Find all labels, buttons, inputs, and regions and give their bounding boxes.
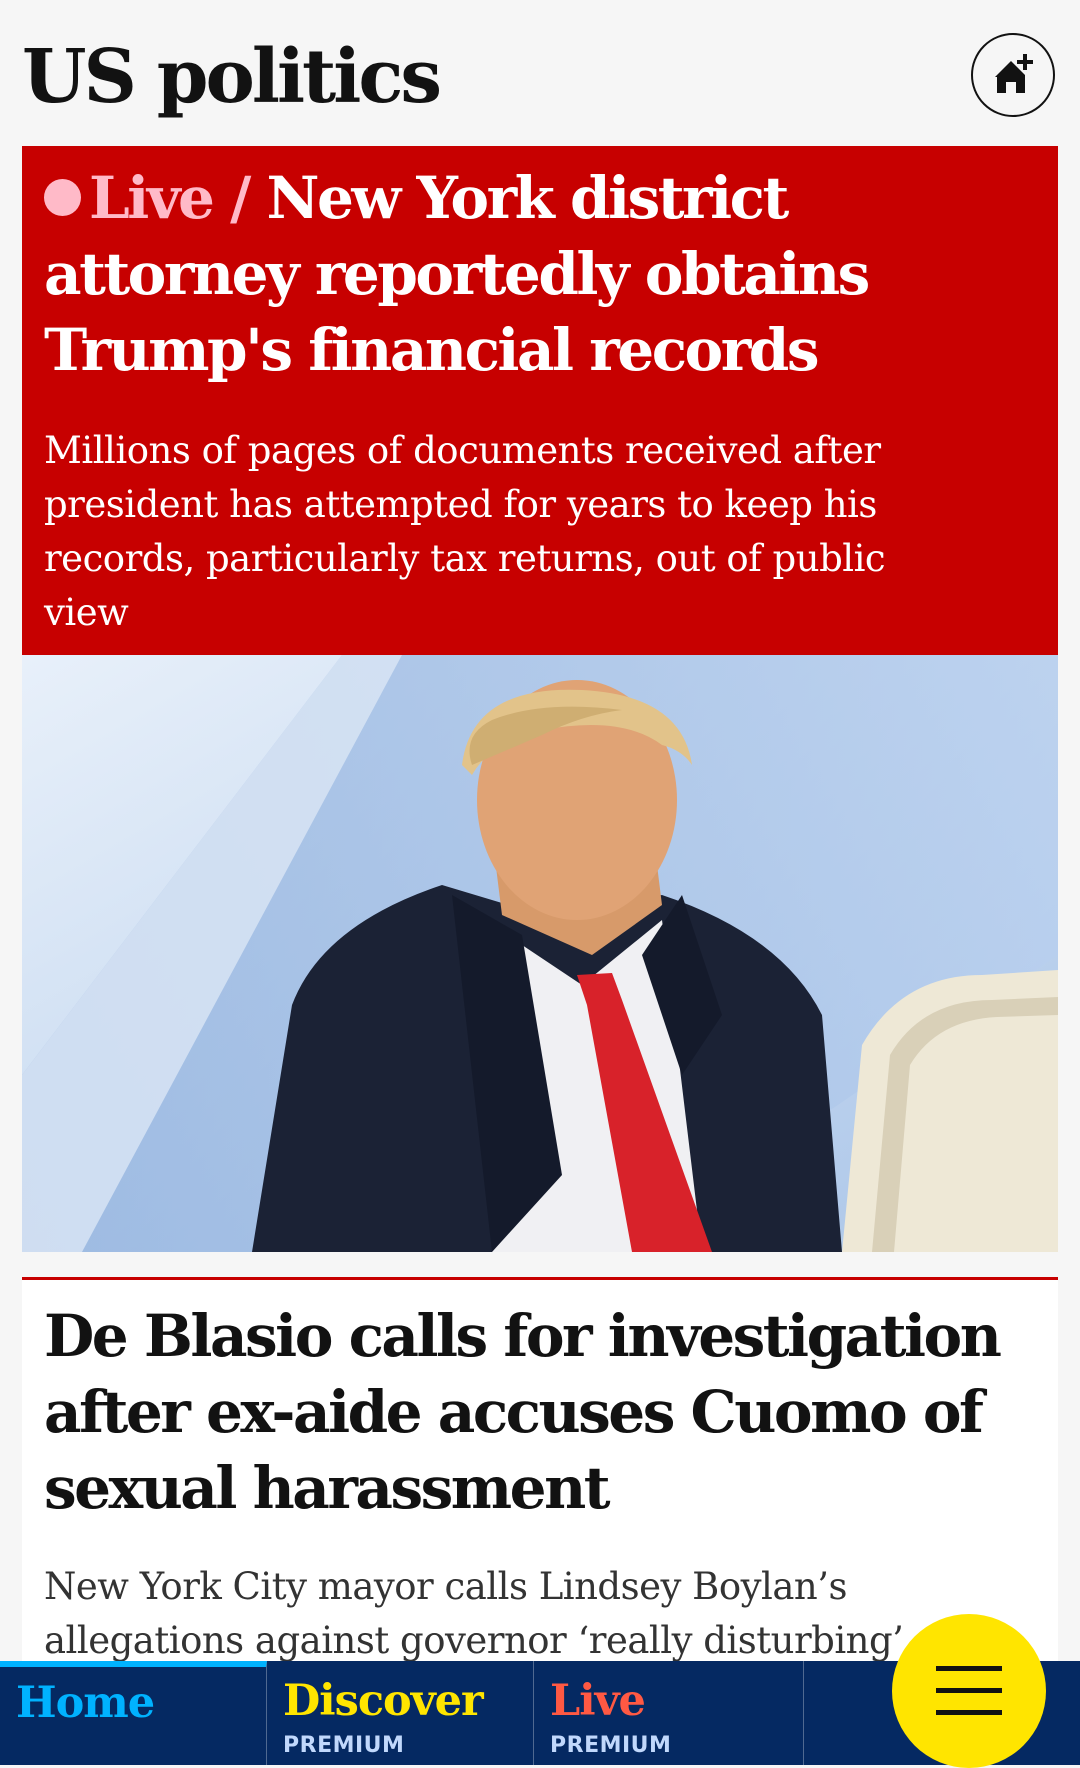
photo-image bbox=[22, 655, 1058, 1252]
page-header: US politics bbox=[0, 0, 1080, 146]
nav-live-sub: PREMIUM bbox=[550, 1733, 672, 1758]
home-plus-icon bbox=[995, 54, 1033, 93]
article-photo[interactable] bbox=[22, 655, 1058, 1252]
nav-discover-label: Discover bbox=[283, 1676, 484, 1726]
add-to-home-button[interactable] bbox=[971, 33, 1055, 117]
nav-live-label: Live bbox=[550, 1676, 646, 1726]
nav-discover-sub: PREMIUM bbox=[283, 1733, 405, 1758]
nav-discover[interactable]: Discover PREMIUM bbox=[267, 1661, 534, 1765]
menu-button[interactable] bbox=[892, 1614, 1046, 1768]
hamburger-menu-icon bbox=[936, 1666, 1002, 1715]
live-standfirst: Millions of pages of documents received … bbox=[44, 429, 886, 634]
live-indicator-dot bbox=[44, 178, 81, 216]
live-kicker: Live / bbox=[89, 164, 251, 232]
live-article-card[interactable]: Live / New York district attorney report… bbox=[22, 146, 1058, 655]
article-card[interactable]: De Blasio calls for investigation after … bbox=[22, 1277, 1058, 1697]
live-headline: Live / New York district attorney report… bbox=[44, 160, 1036, 388]
nav-home-label: Home bbox=[16, 1678, 155, 1728]
nav-home[interactable]: Home bbox=[0, 1661, 267, 1765]
page-title: US politics bbox=[22, 34, 442, 120]
article-headline: De Blasio calls for investigation after … bbox=[44, 1302, 1002, 1522]
article-standfirst: New York City mayor calls Lindsey Boylan… bbox=[44, 1565, 904, 1662]
nav-live[interactable]: Live PREMIUM bbox=[534, 1661, 804, 1765]
